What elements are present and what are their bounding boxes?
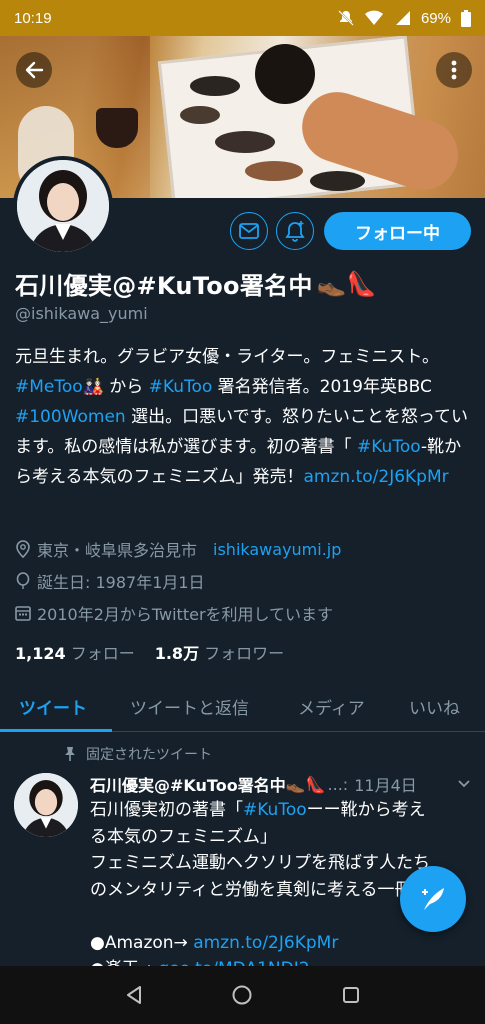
tweet-line: ●Amazon→ amzn.to/2J6KpMr [90,930,475,957]
banner-shoe [180,106,220,124]
balloon-icon [16,572,30,589]
pin-icon [65,747,75,761]
tweet-text-segment: フェミニズム運動ヘクソリプを飛ばす人たち [90,853,430,873]
tab-likes[interactable]: いいね [409,694,460,719]
pinned-tweet-label: 固定されたツイート [64,744,212,764]
profile-bio: 元旦生まれ。グラビア女優・ライター。フェミニスト。 #MeToo🎎 から #KuT… [15,342,475,492]
tweet-line: 石川優実初の著書「#KuTooーー靴から考え [90,797,475,824]
bio-url-link[interactable]: amzn.to/2J6KpMr [304,467,449,487]
tweet-line: る本気のフェミニズム」 [90,824,475,851]
banner-bowl [96,108,138,148]
tweet-text-segment: 石川優実初の著書「 [90,800,243,820]
profile-location-row: 東京・岐阜県多治見市 ishikawayumi.jp [15,537,341,561]
location-text: 東京・岐阜県多治見市 [37,541,198,560]
followers-label: フォロワー [204,644,285,663]
bio-text: 署名発信者。2019年英BBC [212,377,432,397]
banner-shoe [215,131,275,153]
notifications-button[interactable] [276,212,314,250]
banner-person [255,44,315,104]
profile-display-name: 石川優実@#KuToo署名中 👞👠 [15,266,377,301]
tab-media[interactable]: メディア [298,694,365,719]
tweet-text-segment: る本気のフェミニズム」 [90,826,277,847]
tweet-author-name[interactable]: 石川優実@#KuToo署名中 [90,772,286,796]
location-pin-icon [16,540,30,558]
mail-icon [239,223,259,239]
avatar-portrait [14,773,78,837]
hashtag-link[interactable]: #MeToo [15,377,83,397]
tweet-author-emoji: 👞👠 [285,774,326,794]
followers-count: 1.8万 [154,644,200,663]
more-vertical-icon [451,60,457,80]
avatar-portrait [17,160,109,252]
tweet-text-segment: ーー靴から考え [306,800,426,820]
mute-icon [338,10,354,26]
banner-shoe [310,171,365,191]
nav-home-icon[interactable] [231,984,253,1006]
profile-avatar[interactable] [13,156,113,256]
message-button[interactable] [230,212,268,250]
following-button[interactable]: フォロー中 [324,212,471,250]
tweet-date[interactable]: 11月4日 [354,772,417,796]
chevron-down-icon[interactable] [457,779,471,789]
hashtag-link[interactable]: #100Women [15,407,126,427]
back-arrow-icon [25,61,44,79]
banner-shoe [245,161,303,181]
bio-text: 元旦生まれ。グラビア女優・ライター。フェミニスト。 [15,347,439,367]
signal-icon [395,11,410,25]
followers-stat[interactable]: 1.8万 フォロワー [155,640,284,664]
pinned-text: 固定されたツイート [86,747,212,763]
tweet-avatar[interactable] [14,773,78,837]
status-time: 10:19 [14,9,52,27]
display-name-text: 石川優実@#KuToo署名中 [15,272,313,300]
tweet-text-segment: ●Amazon→ [90,932,194,953]
following-count: 1,124 [15,644,66,663]
bell-plus-icon [285,221,305,242]
banner-shoe [190,76,240,96]
profile-handle: @ishikawa_yumi [15,304,148,323]
tab-tweets-and-replies[interactable]: ツイートと返信 [130,694,249,719]
birthday-text: 誕生日: 1987年1月1日 [37,573,205,592]
back-button[interactable] [16,52,52,88]
battery-level: 69% [420,9,451,27]
bio-text: 🎎 から [82,377,149,397]
battery-icon [461,9,471,27]
tab-tweets[interactable]: ツイート [19,694,87,719]
compose-feather-icon [422,888,444,910]
more-options-button[interactable] [436,52,472,88]
hashtag-link[interactable]: #KuToo [149,377,213,397]
system-navigation-bar [0,966,485,1024]
hashtag-link[interactable]: #KuToo [243,800,307,820]
profile-birthday-row: 誕生日: 1987年1月1日 [15,569,205,593]
nav-recents-icon[interactable] [341,985,361,1005]
calendar-icon [15,606,31,621]
following-stat[interactable]: 1,124 フォロー [15,640,135,664]
tweet-ellipsis: ...: [327,774,349,794]
tweet-header: 石川優実@#KuToo署名中 👞👠 ...: 11月4日 [90,772,475,796]
compose-tweet-button[interactable] [400,866,466,932]
hashtag-link[interactable]: #KuToo [357,437,421,457]
amazon-link[interactable]: amzn.to/2J6KpMr [193,933,338,953]
wifi-icon [364,10,383,25]
nav-back-icon[interactable] [124,985,144,1005]
name-emoji: 👞👠 [316,269,378,298]
profile-joined-row: 2010年2月からTwitterを利用しています [15,601,333,625]
joined-text: 2010年2月からTwitterを利用しています [37,605,334,624]
active-tab-indicator [0,729,112,732]
tweet-text-segment: のメンタリティと労働を真剣に考える一冊 [90,879,412,900]
website-link[interactable]: ishikawayumi.jp [213,540,341,559]
following-label: フォロー [70,644,135,663]
follow-stats: 1,124 フォロー 1.8万 フォロワー [15,640,284,664]
screen: 10:19 69% フォロー中 石川優実@#KuToo署名中 👞👠 @ishik… [0,0,485,1024]
status-bar: 10:19 69% [0,0,485,36]
profile-tabs: ツイート ツイートと返信 メディア いいね [0,684,485,732]
